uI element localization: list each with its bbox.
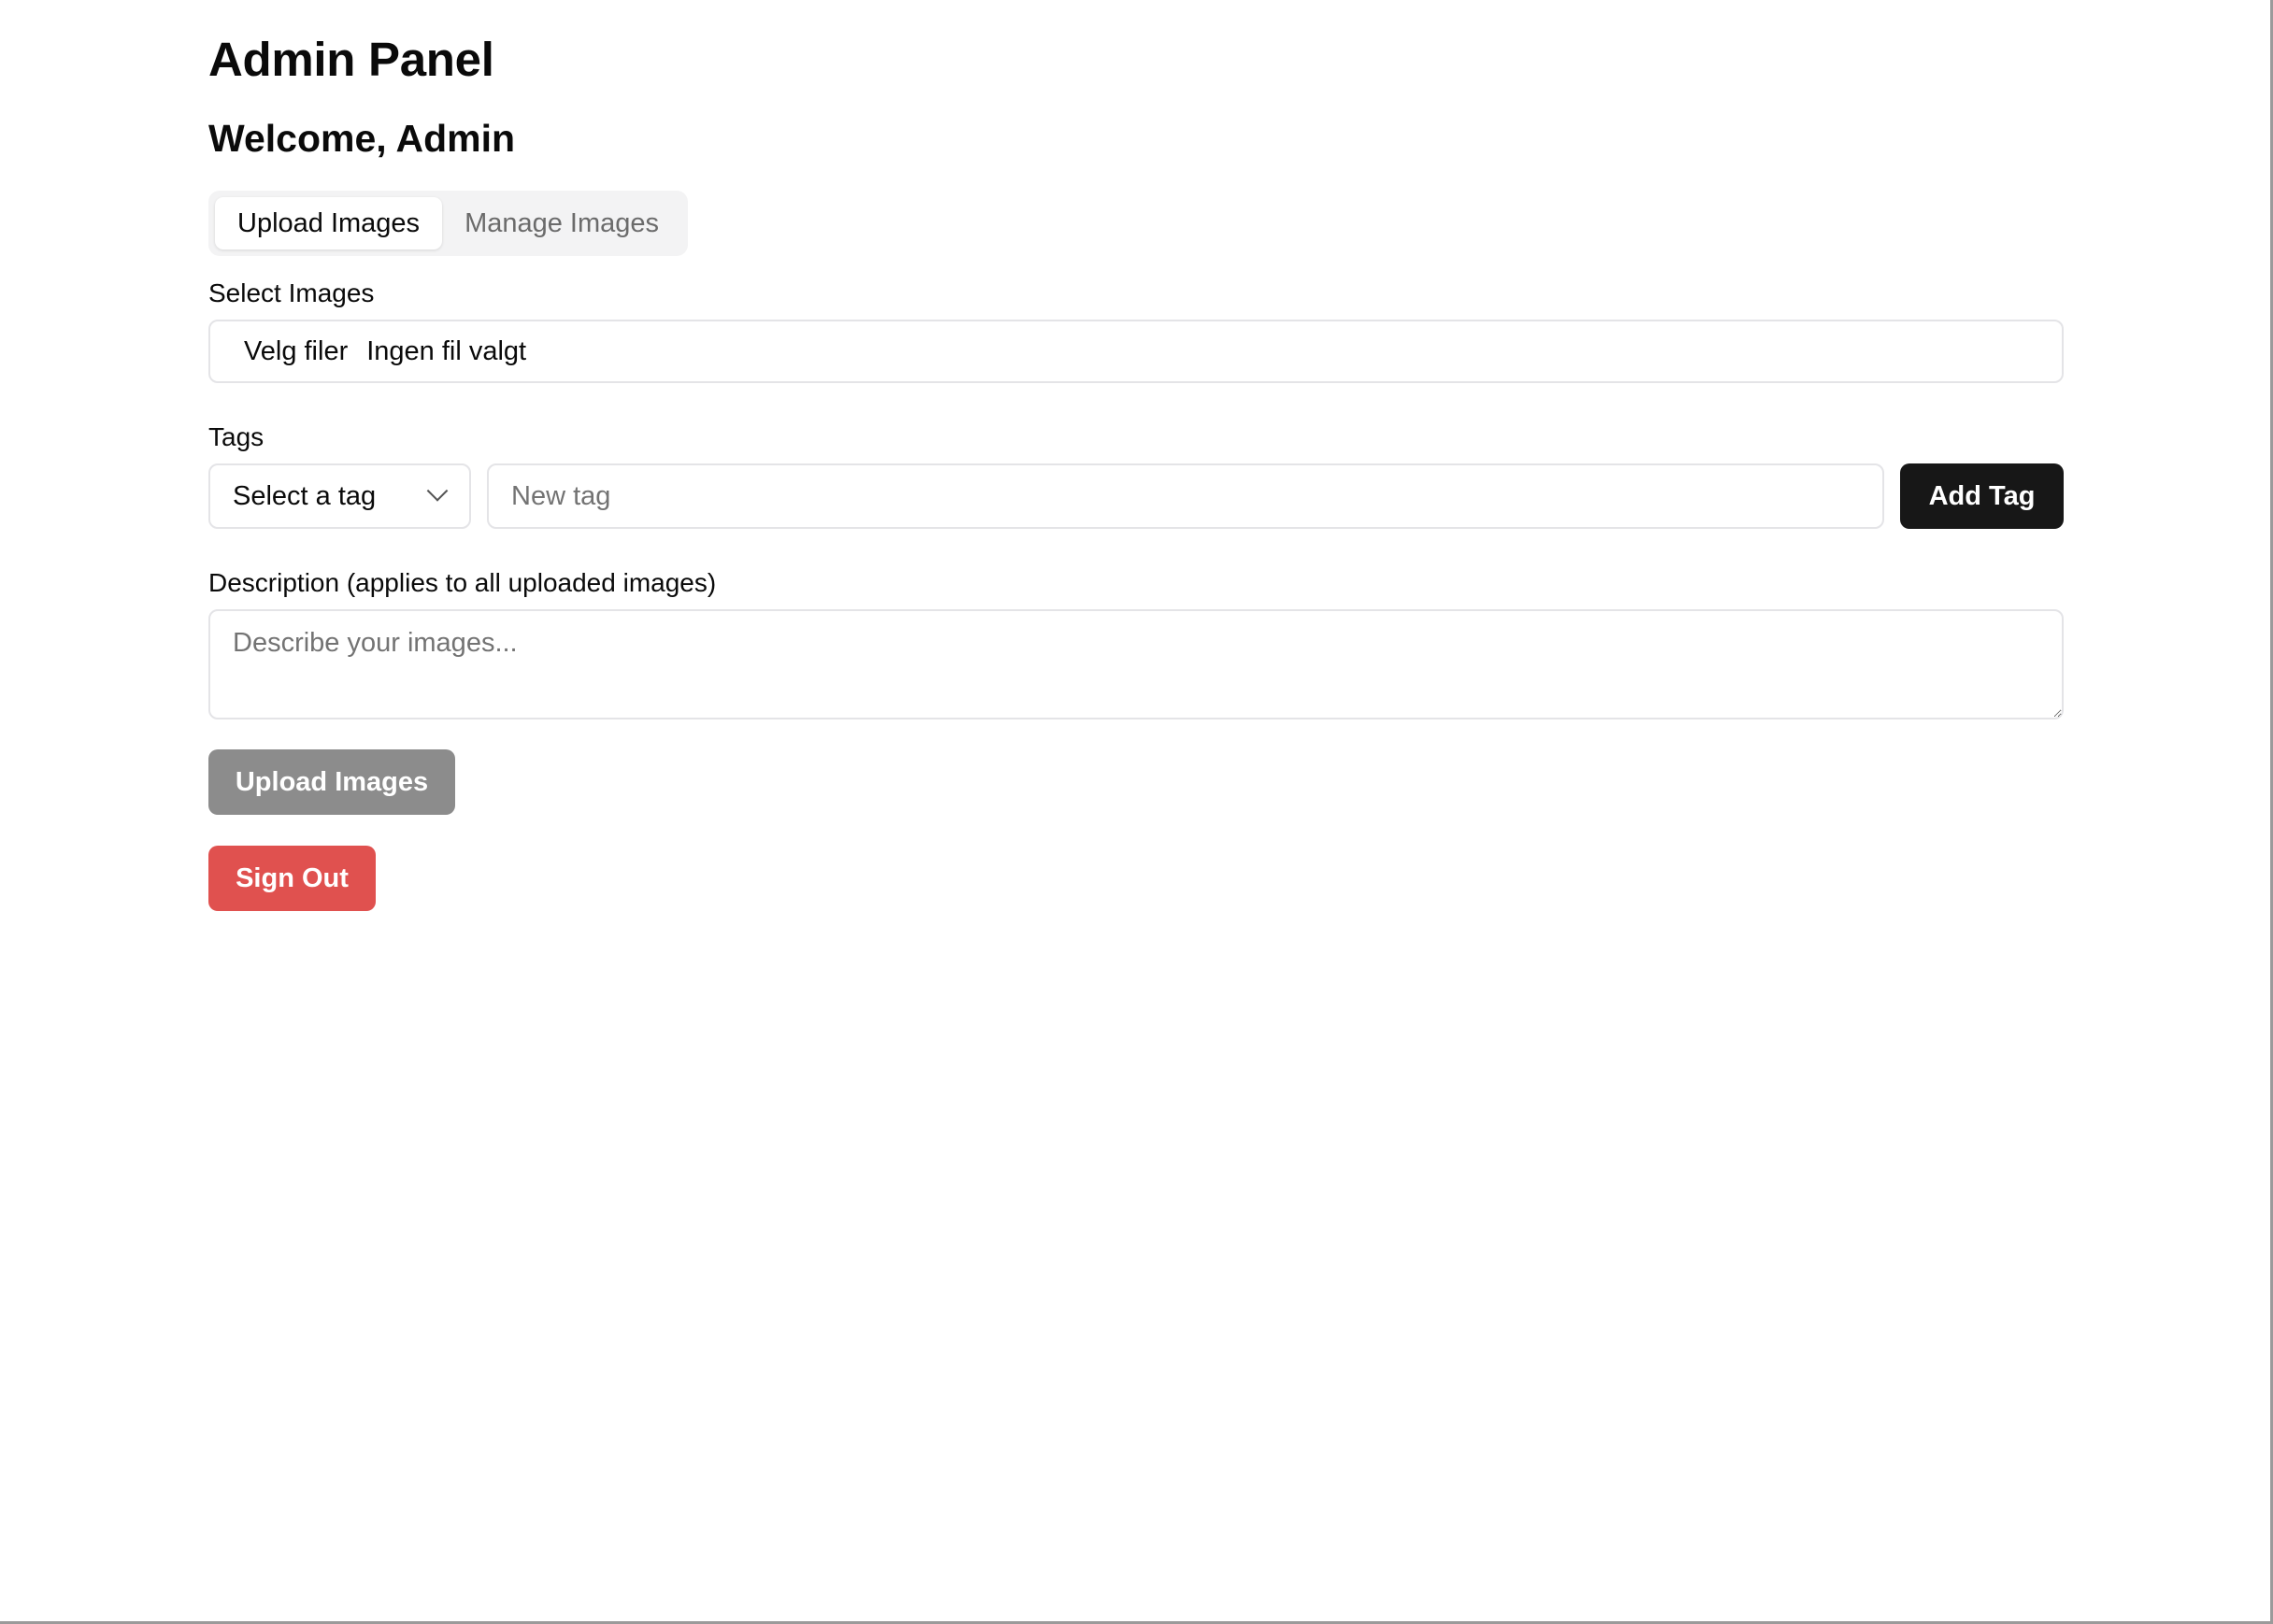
select-images-label: Select Images: [208, 278, 375, 307]
tag-row: Select a tag Add Tag: [208, 463, 2064, 529]
page: Admin Panel Welcome, Admin Upload Images…: [0, 0, 2273, 1624]
upload-images-button[interactable]: Upload Images: [208, 749, 455, 815]
choose-files-button[interactable]: Velg filer: [244, 336, 348, 367]
tab-manage-images[interactable]: Manage Images: [442, 197, 681, 249]
chevron-down-icon: [426, 480, 449, 502]
tags-section: Tags Select a tag Add Tag: [208, 420, 2064, 529]
sign-out-button[interactable]: Sign Out: [208, 846, 376, 911]
add-tag-button[interactable]: Add Tag: [1900, 463, 2064, 529]
tab-upload-images[interactable]: Upload Images: [215, 197, 443, 249]
page-title: Admin Panel: [208, 33, 494, 86]
tag-select-value: Select a tag: [233, 480, 377, 511]
tab-list: Upload Images Manage Images: [208, 191, 689, 256]
new-tag-input[interactable]: [487, 463, 1884, 529]
tags-label: Tags: [208, 422, 264, 451]
select-images-section: Select Images Velg filer Ingen fil valgt: [208, 277, 2064, 383]
description-section: Description (applies to all uploaded ima…: [208, 566, 2064, 719]
admin-container: Admin Panel Welcome, Admin Upload Images…: [208, 26, 2064, 911]
file-status-text: Ingen fil valgt: [366, 335, 527, 366]
description-textarea[interactable]: [208, 609, 2064, 719]
description-label: Description (applies to all uploaded ima…: [208, 568, 717, 597]
tag-select[interactable]: Select a tag: [208, 463, 471, 529]
file-input[interactable]: Velg filer Ingen fil valgt: [208, 320, 2064, 383]
welcome-heading: Welcome, Admin: [208, 117, 516, 160]
